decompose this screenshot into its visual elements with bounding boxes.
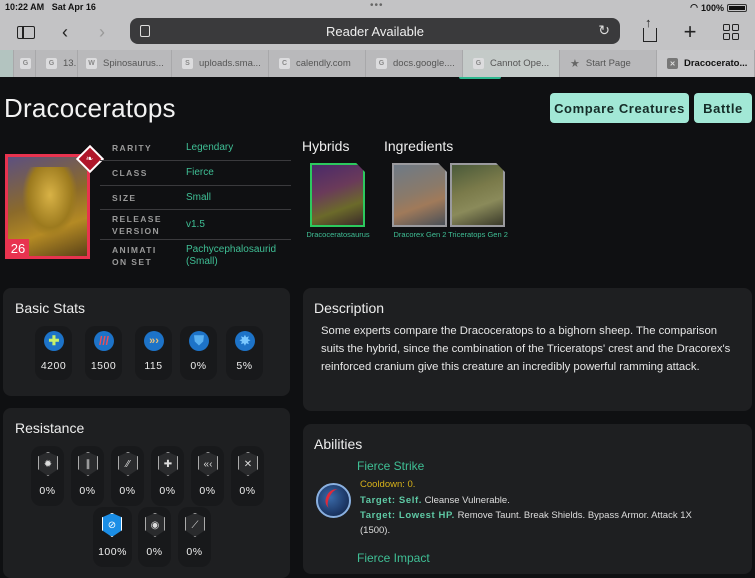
ability-cooldown: Cooldown: 0. bbox=[360, 479, 416, 490]
critical-chance-icon: ✸ bbox=[235, 331, 255, 351]
damage-icon: /// bbox=[94, 331, 114, 351]
stun-resist-icon: ⊘ bbox=[102, 513, 122, 537]
battery-icon bbox=[727, 3, 747, 12]
ingredient-name[interactable]: Dracorex Gen 2 bbox=[390, 229, 450, 240]
ability-effect-line: Target: Lowest HP. Remove Taunt. Break S… bbox=[360, 510, 692, 521]
resist-stun: ⊘ 100% bbox=[93, 507, 132, 567]
resistance-heading: Resistance bbox=[15, 420, 85, 436]
sidebar-icon[interactable] bbox=[14, 20, 38, 44]
status-time: 10:22 AM Sat Apr 16 bbox=[5, 2, 96, 12]
stat-armor: ⛊ 0% bbox=[180, 326, 217, 380]
abilities-heading: Abilities bbox=[314, 436, 363, 452]
creature-portrait: 26 bbox=[5, 154, 90, 259]
browser-chrome: 10:22 AM Sat Apr 16 ••• ◠ 100% ‹ › Reade… bbox=[0, 0, 755, 77]
description-panel: Description Some experts compare the Dra… bbox=[303, 288, 752, 411]
hybrid-card-dracoceratosaurus[interactable] bbox=[310, 163, 365, 227]
fierce-strike-ability-icon bbox=[316, 483, 351, 518]
page-title: Dracoceratops bbox=[4, 93, 176, 123]
new-tab-icon[interactable]: + bbox=[678, 19, 702, 44]
tab-docs-google[interactable]: Gdocs.google.... bbox=[366, 50, 463, 77]
page-content: Dracoceratops Compare Creatures Battle 2… bbox=[0, 77, 755, 578]
tab-spinosaurus[interactable]: W Spinosaurus... bbox=[78, 50, 172, 77]
status-right: ◠ 100% bbox=[690, 2, 747, 13]
armor-icon: ⛊ bbox=[189, 331, 209, 351]
forward-icon[interactable]: › bbox=[90, 20, 114, 44]
multitasking-dots-icon[interactable]: ••• bbox=[370, 0, 384, 11]
ability-effect-line: Target: Self. Cleanse Vulnerable. bbox=[360, 495, 510, 506]
compare-creatures-button[interactable]: Compare Creatures bbox=[550, 93, 689, 123]
hybrid-name[interactable]: Dracoceratosaurus bbox=[306, 229, 370, 240]
status-bar: 10:22 AM Sat Apr 16 ••• ◠ 100% bbox=[0, 0, 755, 14]
resist-speed-reduction: ✕ 0% bbox=[231, 446, 264, 506]
share-icon[interactable] bbox=[638, 15, 662, 44]
wifi-icon: ◠ bbox=[690, 2, 698, 12]
info-row-animation-set: ANIMATI ON SET Pachycephalosaurid (Small… bbox=[112, 244, 277, 267]
star-icon: ★ bbox=[570, 58, 580, 70]
ingredient-name[interactable]: Triceratops Gen 2 bbox=[448, 229, 508, 240]
distraction-resist-icon: ⁄⁄ bbox=[118, 452, 138, 476]
stat-health: ✚ 4200 bbox=[35, 326, 72, 380]
rend-resist-icon: «‹ bbox=[198, 452, 218, 476]
tab-google-2[interactable]: G 13. bbox=[36, 50, 78, 77]
battle-button[interactable]: Battle bbox=[694, 93, 752, 123]
resistance-panel: Resistance ✹ 0% ∥ 0% ⁄⁄ 0% ✚ 0% «‹ 0% ✕ … bbox=[3, 408, 290, 578]
info-row-release-version: RELEASE VERSION v1.5 bbox=[100, 210, 291, 240]
damage-over-time-resist-icon: ∥ bbox=[78, 452, 98, 476]
close-tab-icon[interactable]: ✕ bbox=[667, 58, 678, 69]
tab-google-1[interactable]: G bbox=[14, 50, 36, 77]
speed-reduction-resist-icon: ✕ bbox=[238, 452, 258, 476]
address-bar-text: Reader Available bbox=[325, 23, 425, 39]
health-icon: ✚ bbox=[44, 331, 64, 351]
tab-cannot-open[interactable]: G Cannot Ope... bbox=[463, 50, 560, 77]
address-bar[interactable]: Reader Available ↻ bbox=[130, 18, 620, 44]
basic-stats-heading: Basic Stats bbox=[15, 300, 86, 316]
tab-pinned[interactable] bbox=[0, 50, 14, 77]
speed-icon: »› bbox=[144, 331, 164, 351]
resist-heal-reduction: ✚ 0% bbox=[151, 446, 184, 506]
ingredient-card-dracorex[interactable] bbox=[392, 163, 447, 227]
ingredient-card-triceratops[interactable] bbox=[450, 163, 505, 227]
ability-name-fierce-impact: Fierce Impact bbox=[357, 551, 430, 565]
resist-crit-reduction: ✹ 0% bbox=[31, 446, 64, 506]
tab-bar: G G 13. W Spinosaurus... Suploads.sma... C… bbox=[0, 50, 755, 77]
ability-name-fierce-strike: Fierce Strike bbox=[357, 459, 425, 473]
resist-taunt: ⟋ 0% bbox=[178, 507, 211, 567]
tab-dracoceratops[interactable]: ✕ Dracocerato... bbox=[657, 50, 755, 77]
battery-percent: 100% bbox=[700, 2, 724, 13]
reader-icon[interactable] bbox=[140, 25, 150, 37]
resist-distraction: ⁄⁄ 0% bbox=[111, 446, 144, 506]
swap-prevention-resist-icon: ◉ bbox=[145, 513, 165, 537]
resist-damage-over-time: ∥ 0% bbox=[71, 446, 104, 506]
tab-calendly[interactable]: Ccalendly.com bbox=[269, 50, 366, 77]
info-row-size: SIZE Small bbox=[100, 186, 291, 210]
taunt-resist-icon: ⟋ bbox=[185, 513, 205, 537]
description-text: Some experts compare the Dracoceratops t… bbox=[321, 325, 731, 373]
level-badge: 26 bbox=[7, 239, 29, 257]
info-row-rarity: RARITY Legendary bbox=[100, 136, 291, 161]
resist-rend: «‹ 0% bbox=[191, 446, 224, 506]
hybrids-heading: Hybrids bbox=[302, 138, 350, 154]
resist-swap-prevention: ◉ 0% bbox=[138, 507, 171, 567]
info-table: RARITY Legendary CLASS Fierce SIZE Small… bbox=[100, 136, 291, 272]
stat-speed: »› 115 bbox=[135, 326, 172, 380]
tab-uploads[interactable]: Suploads.sma... bbox=[172, 50, 269, 77]
info-row-class: CLASS Fierce bbox=[100, 161, 291, 186]
ability-effect-continuation: (1500). bbox=[360, 525, 391, 536]
heal-reduction-resist-icon: ✚ bbox=[158, 452, 178, 476]
creature-image bbox=[22, 167, 78, 237]
tab-overview-icon[interactable] bbox=[719, 20, 743, 44]
stat-critical-chance: ✸ 5% bbox=[226, 326, 263, 380]
back-icon[interactable]: ‹ bbox=[53, 20, 77, 44]
reload-icon[interactable]: ↻ bbox=[598, 22, 610, 39]
basic-stats-panel: Basic Stats ✚ 4200 /// 1500 »› 115 ⛊ 0% … bbox=[3, 288, 290, 396]
tab-start-page[interactable]: ★ Start Page bbox=[560, 50, 657, 77]
ingredients-heading: Ingredients bbox=[384, 138, 454, 154]
description-heading: Description bbox=[314, 300, 385, 316]
stat-damage: /// 1500 bbox=[85, 326, 122, 380]
crit-reduction-resist-icon: ✹ bbox=[38, 452, 58, 476]
abilities-panel: Abilities Fierce Strike Cooldown: 0. Tar… bbox=[303, 424, 752, 574]
browser-toolbar: ‹ › Reader Available ↻ + bbox=[0, 15, 755, 48]
loading-indicator bbox=[459, 77, 501, 79]
